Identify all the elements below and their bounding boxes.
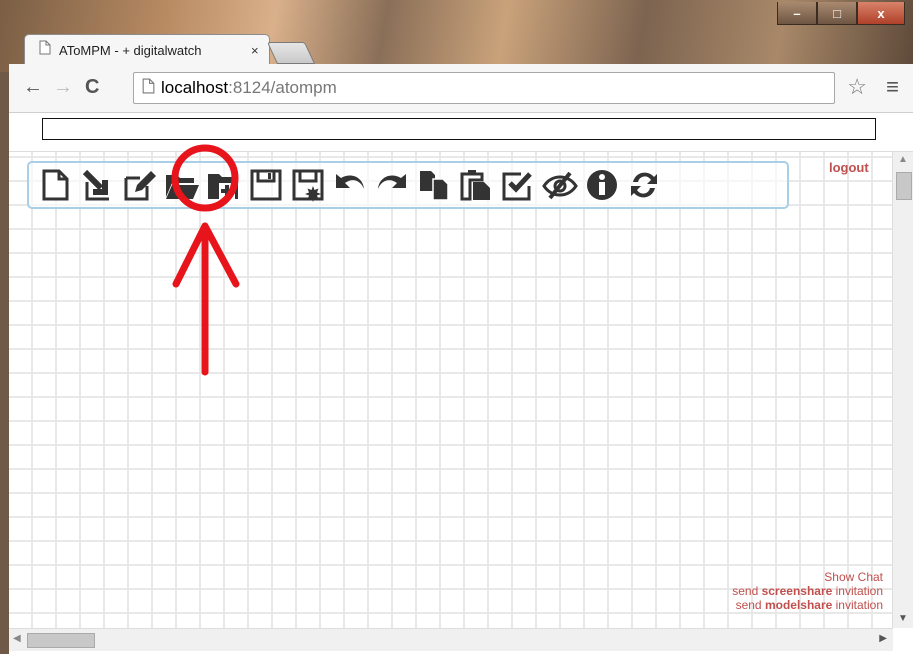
logout-link[interactable]: logout [829,160,869,175]
copy-icon[interactable] [415,166,453,204]
command-input[interactable] [42,118,876,140]
hide-icon[interactable] [541,166,579,204]
model-canvas[interactable] [9,152,893,628]
refresh-icon[interactable] [625,166,663,204]
new-model-icon[interactable] [37,166,75,204]
page-icon [39,40,51,60]
window-controls: – □ x [777,2,905,25]
highlight-circle [171,144,239,212]
main-toolbar [27,161,789,209]
modelshare-word: modelshare [764,598,833,612]
minimize-button[interactable]: – [777,2,817,25]
window-titlebar: – □ x AToMPM - + digitalwatch × [0,0,913,72]
vertical-scroll-thumb[interactable] [896,172,912,200]
tab-title: AToMPM - + digitalwatch [59,42,202,58]
screenshare-word: screenshare [761,584,833,598]
vertical-scrollbar[interactable]: ▲ ▼ [892,152,913,628]
browser-toolbar: ← → C localhost:8124/atompm ☆ ≡ [9,64,913,113]
screenshare-invitation-link[interactable]: send screenshare invitation [732,584,883,598]
page-content: logout Show Chat send screenshare invita… [9,113,913,654]
save-as-icon[interactable] [289,166,327,204]
show-chat-link[interactable]: Show Chat [732,570,883,584]
redo-icon[interactable] [373,166,411,204]
screenshare-prefix: send [732,584,762,598]
new-tab-button[interactable] [266,42,316,64]
page-icon [142,78,155,99]
forward-icon[interactable]: → [53,76,73,99]
modelshare-prefix: send [735,598,765,612]
url-path: :8124/atompm [228,78,337,97]
modelshare-suffix: invitation [832,598,883,612]
paste-icon[interactable] [457,166,495,204]
tab-close-icon[interactable]: × [251,43,259,58]
menu-icon[interactable]: ≡ [886,74,899,100]
modelshare-invitation-link[interactable]: send modelshare invitation [732,598,883,612]
screenshare-suffix: invitation [832,584,883,598]
horizontal-scrollbar[interactable]: ◀ ▶ [9,628,893,651]
scroll-down-icon[interactable]: ▼ [898,613,908,624]
horizontal-scroll-thumb[interactable] [27,633,95,648]
load-into-icon[interactable] [79,166,117,204]
info-icon[interactable] [583,166,621,204]
share-links: Show Chat send screenshare invitation se… [732,570,883,612]
highlight-annotation [171,144,240,376]
bookmark-star-icon[interactable]: ☆ [847,74,867,100]
validate-icon[interactable] [499,166,537,204]
maximize-button[interactable]: □ [817,2,857,25]
close-window-button[interactable]: x [857,2,905,25]
scroll-left-icon[interactable]: ◀ [13,633,21,644]
scroll-up-icon[interactable]: ▲ [898,154,908,165]
address-bar[interactable]: localhost:8124/atompm [133,72,835,104]
reload-icon[interactable]: C [85,76,99,99]
back-icon[interactable]: ← [23,76,43,99]
save-icon[interactable] [247,166,285,204]
scroll-right-icon[interactable]: ▶ [879,633,887,644]
command-bar [9,113,913,152]
undo-icon[interactable] [331,166,369,204]
edit-icon[interactable] [121,166,159,204]
browser-tab[interactable]: AToMPM - + digitalwatch × [24,34,270,65]
highlight-arrow [172,222,240,376]
url-host: localhost [161,78,229,97]
